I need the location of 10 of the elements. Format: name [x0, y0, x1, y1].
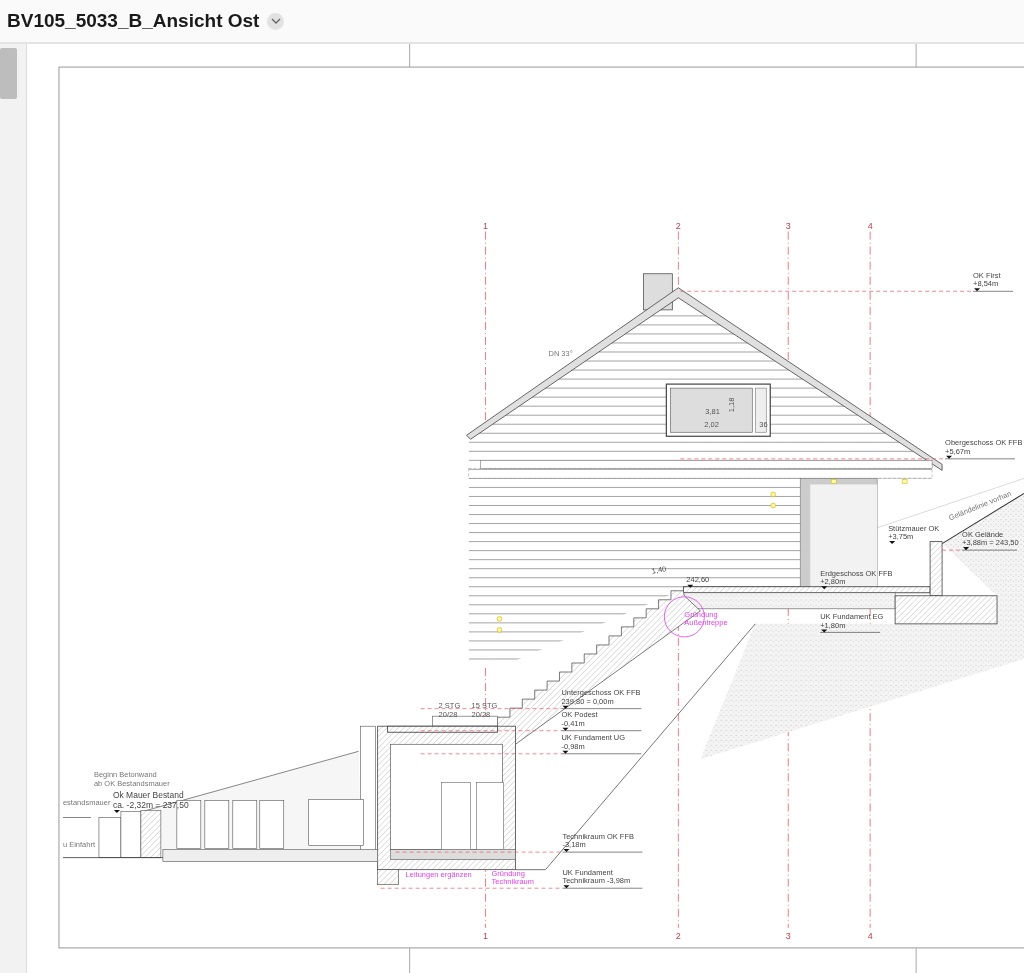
grid-axis-label: 1: [483, 220, 489, 231]
grid-axis-label: 1: [483, 930, 489, 941]
grid-axis-label: 2: [675, 220, 681, 231]
grid-axis-label: 4: [867, 930, 873, 941]
grid-axis-label: 3: [785, 930, 791, 941]
grid-axis-label: 3: [785, 220, 791, 231]
level-label: Ok Mauer Bestand ca. -2,32m = 237,50: [112, 790, 189, 811]
grid-axis-label: 4: [867, 220, 873, 231]
grid-axis-label: 2: [675, 930, 681, 941]
document-title: BV105_5033_B_Ansicht Ost: [7, 10, 260, 32]
